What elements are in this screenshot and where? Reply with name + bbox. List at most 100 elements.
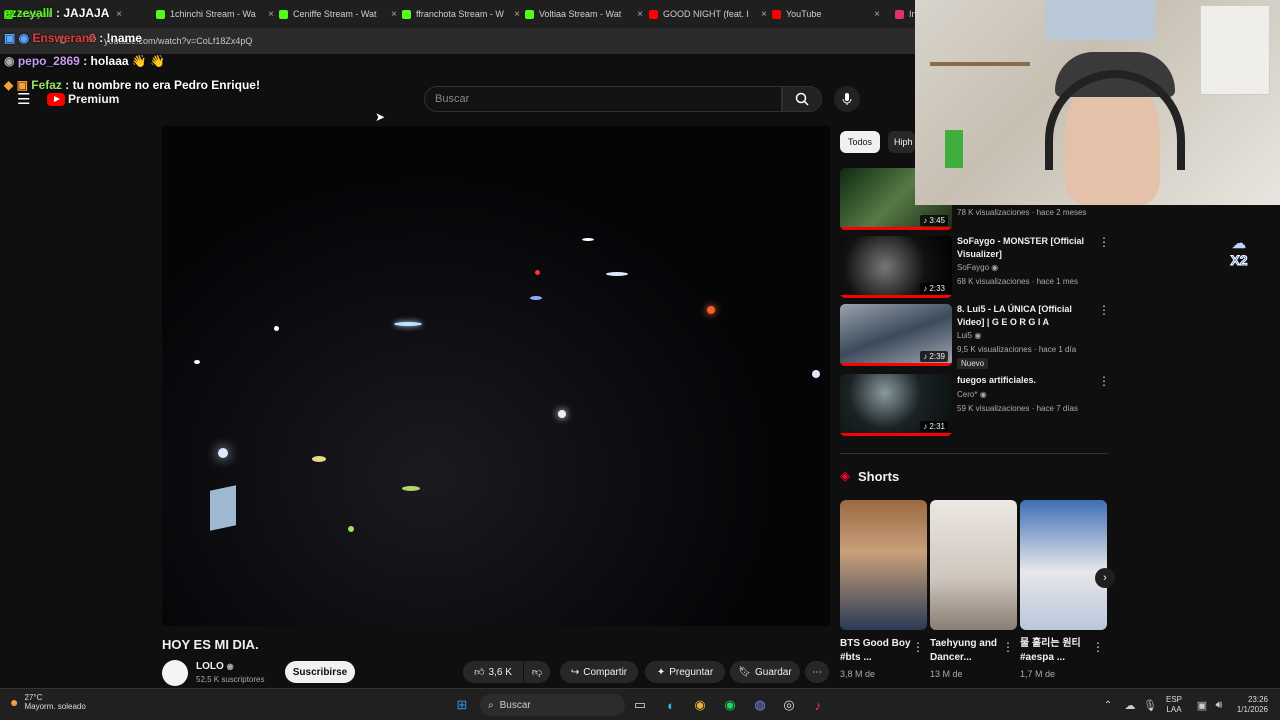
browser-tab[interactable]: ffranchota Stream - W ×	[402, 4, 522, 24]
chip-all[interactable]: Todos	[840, 131, 881, 153]
more-vertical-icon[interactable]: ⋮	[1098, 235, 1110, 249]
close-tab-icon[interactable]: ×	[761, 9, 767, 20]
network-icon[interactable]: ☁	[1120, 695, 1140, 715]
browser-tab[interactable]: GOOD NIGHT (feat. I ×	[649, 4, 769, 24]
weather-sun-icon: ●	[10, 694, 19, 710]
youtube-play-icon	[47, 92, 65, 106]
sparkle-icon: ✦	[656, 666, 666, 678]
close-tab-icon[interactable]: ×	[514, 9, 520, 20]
short-thumbnail[interactable]	[930, 500, 1017, 630]
youtube-logo[interactable]: Premium	[47, 92, 119, 106]
browser-tab[interactable]: 1chinchi Stream - Wa ×	[156, 4, 276, 24]
watch-progress	[840, 433, 952, 436]
close-tab-icon[interactable]: ×	[874, 9, 880, 20]
subscribe-button[interactable]: Suscribirse	[285, 661, 355, 683]
youtube-icon	[772, 9, 781, 19]
dislike-button[interactable]: 👎︎	[524, 661, 550, 683]
language-indicator[interactable]: ESP LAA	[1166, 695, 1182, 715]
close-tab-icon[interactable]: ×	[391, 9, 397, 20]
related-channel[interactable]: Cero* ◉	[957, 390, 987, 399]
related-thumbnail[interactable]: ♪ 2:39	[840, 304, 952, 366]
chrome-icon[interactable]: ◉	[690, 695, 710, 715]
related-channel[interactable]: Lui5 ◉	[957, 331, 981, 340]
chat-user: Ensweran2	[32, 31, 96, 45]
search-icon: ⌕	[488, 699, 494, 711]
short-thumbnail[interactable]	[840, 500, 927, 630]
watch-progress	[840, 363, 952, 366]
voice-search-button[interactable]	[834, 86, 860, 112]
short-views: 3,8 M de	[840, 669, 876, 679]
spotify-icon[interactable]: ◉	[720, 695, 740, 715]
youtube-icon	[649, 9, 658, 19]
related-channel[interactable]: SoFaygo ◉	[957, 263, 998, 272]
share-button[interactable]: ↪ Compartir	[560, 661, 638, 683]
more-horizontal-icon: ⋯	[812, 666, 822, 678]
menu-icon[interactable]: ☰	[17, 90, 30, 108]
browser-tab[interactable]: Voltiaa Stream - Wat ×	[525, 4, 645, 24]
channel-name[interactable]: LOLO ◉	[196, 661, 234, 672]
related-title[interactable]: fuegos artificiales.	[957, 374, 1097, 387]
channel-avatar[interactable]	[162, 660, 188, 686]
discord-icon[interactable]: ◍	[750, 695, 770, 715]
related-thumbnail[interactable]: ♪ 2:33	[840, 236, 952, 298]
duration: ♪ 2:33	[920, 283, 948, 294]
related-thumbnail[interactable]: ♪ 2:31	[840, 374, 952, 436]
related-title[interactable]: 8. Lui5 - LA ÚNICA [Official Video] | G …	[957, 303, 1097, 329]
related-meta: 59 K visualizaciones · hace 7 días	[957, 404, 1078, 413]
save-button[interactable]: 🔖︎ Guardar	[730, 661, 800, 683]
close-tab-icon[interactable]: ×	[268, 9, 274, 20]
more-vertical-icon[interactable]: ⋮	[1098, 374, 1110, 388]
video-player[interactable]	[162, 126, 830, 626]
edge-icon[interactable]: ◐	[661, 695, 681, 715]
short-views: 1,7 M de	[1020, 669, 1056, 679]
ask-button[interactable]: ✦ Preguntar	[645, 661, 725, 683]
like-button[interactable]: 👍︎ 3,6 K	[463, 661, 523, 683]
kick-icon	[279, 9, 288, 19]
short-thumbnail[interactable]	[1020, 500, 1107, 630]
shelf	[930, 62, 1030, 66]
weather-widget[interactable]: ● 27°C Mayorm. soleado	[10, 693, 86, 711]
taskbar-search[interactable]: ⌕ Buscar	[480, 694, 625, 716]
task-view-icon[interactable]: ▭	[630, 695, 650, 715]
close-tab-icon[interactable]: ×	[116, 9, 122, 20]
thumbs-down-icon: 👎︎	[531, 667, 543, 678]
chevron-right-icon: ›	[1103, 572, 1107, 584]
thumbs-up-icon: 👍︎	[474, 667, 485, 678]
obs-icon[interactable]: ◎	[779, 695, 799, 715]
mascot-icon: ☁	[1232, 235, 1246, 251]
more-vertical-icon[interactable]: ⋮	[1098, 303, 1110, 317]
microphone-icon[interactable]: 🎙︎	[1140, 695, 1160, 715]
webcam-overlay	[915, 0, 1280, 205]
chevron-up-icon[interactable]: ⌃	[1098, 695, 1118, 715]
chat-text: tu nombre no era Pedro Enrique!	[72, 78, 260, 92]
clock[interactable]: 23:26 1/1/2026	[1226, 695, 1268, 715]
search-input[interactable]: Buscar	[424, 86, 782, 112]
more-vertical-icon[interactable]: ⋮	[1002, 640, 1014, 654]
more-vertical-icon[interactable]: ⋮	[912, 640, 924, 654]
search-icon	[795, 92, 809, 106]
chip-hiphop[interactable]: Hiph	[888, 131, 915, 153]
verified-icon: ◉	[974, 331, 982, 340]
chat-user: Fefaz	[31, 78, 62, 92]
related-title[interactable]: SoFaygo - MONSTER [Official Visualizer]	[957, 235, 1097, 261]
search-button[interactable]	[782, 86, 822, 112]
browser-tab-active[interactable]: YouTube ×	[772, 4, 882, 24]
microphone-icon	[842, 93, 852, 105]
duration: ♪ 2:31	[920, 421, 948, 432]
more-actions-button[interactable]: ⋯	[805, 661, 829, 683]
shorts-next-button[interactable]: ›	[1095, 568, 1115, 588]
windows-start-icon[interactable]: ⊞	[452, 695, 472, 715]
kick-icon	[525, 9, 534, 19]
short-views: 13 M de	[930, 669, 963, 679]
browser-tab[interactable]: In	[895, 4, 915, 24]
more-vertical-icon[interactable]: ⋮	[1092, 640, 1104, 654]
chat-user: pepo_2869	[17, 54, 80, 68]
mouse-cursor-icon: ➤	[375, 110, 386, 124]
tiktok-icon[interactable]: ♪	[808, 695, 828, 715]
taskbar: ● 27°C Mayorm. soleado ⊞ ⌕ Buscar ▭ ◐ ◉ ◉…	[0, 688, 1280, 720]
overlay-badge: ☁ X2	[1230, 235, 1248, 269]
chat-text: holaaa 👋 👋	[90, 54, 166, 68]
watch-progress	[840, 295, 952, 298]
close-tab-icon[interactable]: ×	[637, 9, 643, 20]
browser-tab[interactable]: Ceniffe Stream - Wat ×	[279, 4, 399, 24]
